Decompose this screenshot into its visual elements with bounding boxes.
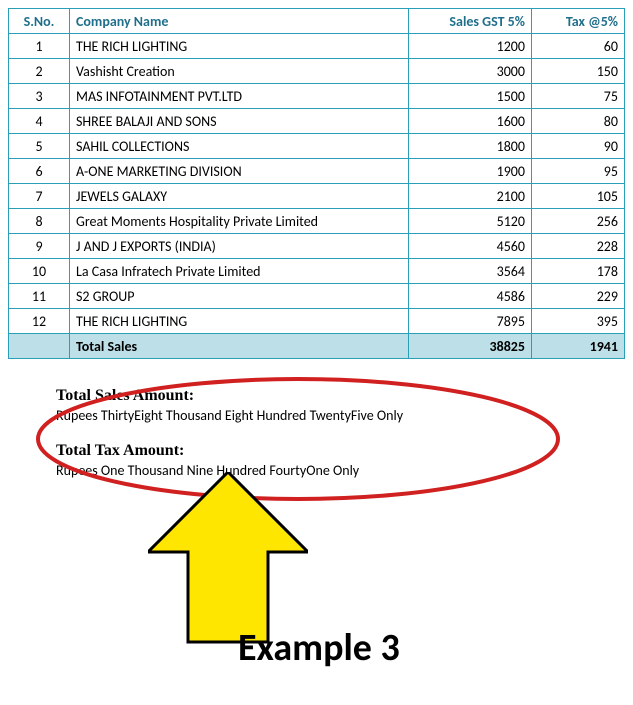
cell-tax: 256 <box>532 209 625 234</box>
cell-tax: 60 <box>532 34 625 59</box>
sales-table: S.No. Company Name Sales GST 5% Tax @5% … <box>8 8 625 359</box>
table-row: 12THE RICH LIGHTING7895395 <box>9 309 625 334</box>
cell-tax: 229 <box>532 284 625 309</box>
cell-tax: 75 <box>532 84 625 109</box>
cell-company: MAS INFOTAINMENT PVT.LTD <box>70 84 409 109</box>
cell-sno: 7 <box>9 184 70 209</box>
cell-sno: 3 <box>9 84 70 109</box>
cell-sales: 3000 <box>409 59 532 84</box>
header-sales: Sales GST 5% <box>409 9 532 34</box>
cell-sno: 5 <box>9 134 70 159</box>
cell-sales: 7895 <box>409 309 532 334</box>
cell-company: Vashisht Creation <box>70 59 409 84</box>
table-row: 3MAS INFOTAINMENT PVT.LTD150075 <box>9 84 625 109</box>
cell-tax: 178 <box>532 259 625 284</box>
table-row: 5SAHIL COLLECTIONS180090 <box>9 134 625 159</box>
cell-sno: 4 <box>9 109 70 134</box>
cell-sales: 1600 <box>409 109 532 134</box>
total-sales-amount-heading: Total Sales Amount: <box>56 387 625 405</box>
table-row: 8Great Moments Hospitality Private Limit… <box>9 209 625 234</box>
cell-sno: 6 <box>9 159 70 184</box>
cell-company: Great Moments Hospitality Private Limite… <box>70 209 409 234</box>
total-sales-amount-words: Rupees ThirtyEight Thousand Eight Hundre… <box>56 407 625 424</box>
cell-company: A-ONE MARKETING DIVISION <box>70 159 409 184</box>
cell-sales: 1200 <box>409 34 532 59</box>
cell-sno: 10 <box>9 259 70 284</box>
amounts-section: Total Sales Amount: Rupees ThirtyEight T… <box>8 387 625 479</box>
total-label: Total Sales <box>70 334 409 359</box>
table-row: 2Vashisht Creation3000150 <box>9 59 625 84</box>
cell-sales: 3564 <box>409 259 532 284</box>
header-company: Company Name <box>70 9 409 34</box>
cell-sales: 1800 <box>409 134 532 159</box>
cell-company: SAHIL COLLECTIONS <box>70 134 409 159</box>
cell-company: THE RICH LIGHTING <box>70 34 409 59</box>
cell-sno: 9 <box>9 234 70 259</box>
cell-sales: 4586 <box>409 284 532 309</box>
cell-tax: 80 <box>532 109 625 134</box>
table-row: 4SHREE BALAJI AND SONS160080 <box>9 109 625 134</box>
cell-company: J AND J EXPORTS (INDIA) <box>70 234 409 259</box>
header-tax: Tax @5% <box>532 9 625 34</box>
cell-tax: 95 <box>532 159 625 184</box>
header-sno: S.No. <box>9 9 70 34</box>
cell-sno: 8 <box>9 209 70 234</box>
cell-sno: 2 <box>9 59 70 84</box>
total-tax-amount-heading: Total Tax Amount: <box>56 442 625 460</box>
cell-company: La Casa Infratech Private Limited <box>70 259 409 284</box>
cell-company: JEWELS GALAXY <box>70 184 409 209</box>
cell-tax: 105 <box>532 184 625 209</box>
example-label: Example 3 <box>238 625 400 671</box>
total-sales: 38825 <box>409 334 532 359</box>
total-tax: 1941 <box>532 334 625 359</box>
table-row: 7JEWELS GALAXY2100105 <box>9 184 625 209</box>
cell-sales: 1500 <box>409 84 532 109</box>
table-total-row: Total Sales 38825 1941 <box>9 334 625 359</box>
table-row: 10La Casa Infratech Private Limited35641… <box>9 259 625 284</box>
cell-tax: 228 <box>532 234 625 259</box>
cell-sno: 11 <box>9 284 70 309</box>
cell-tax: 395 <box>532 309 625 334</box>
cell-tax: 90 <box>532 134 625 159</box>
cell-sales: 4560 <box>409 234 532 259</box>
cell-sno: 12 <box>9 309 70 334</box>
total-tax-amount-words: Rupees One Thousand Nine Hundred FourtyO… <box>56 462 625 479</box>
table-row: 6A-ONE MARKETING DIVISION190095 <box>9 159 625 184</box>
cell-company: SHREE BALAJI AND SONS <box>70 109 409 134</box>
table-row: 9J AND J EXPORTS (INDIA)4560228 <box>9 234 625 259</box>
cell-sno: 1 <box>9 34 70 59</box>
cell-company: S2 GROUP <box>70 284 409 309</box>
cell-tax: 150 <box>532 59 625 84</box>
table-row: 1THE RICH LIGHTING120060 <box>9 34 625 59</box>
cell-sales: 5120 <box>409 209 532 234</box>
cell-sales: 1900 <box>409 159 532 184</box>
table-header-row: S.No. Company Name Sales GST 5% Tax @5% <box>9 9 625 34</box>
table-row: 11S2 GROUP4586229 <box>9 284 625 309</box>
total-sno-blank <box>9 334 70 359</box>
annotation-area: Example 3 <box>8 497 625 697</box>
cell-company: THE RICH LIGHTING <box>70 309 409 334</box>
cell-sales: 2100 <box>409 184 532 209</box>
